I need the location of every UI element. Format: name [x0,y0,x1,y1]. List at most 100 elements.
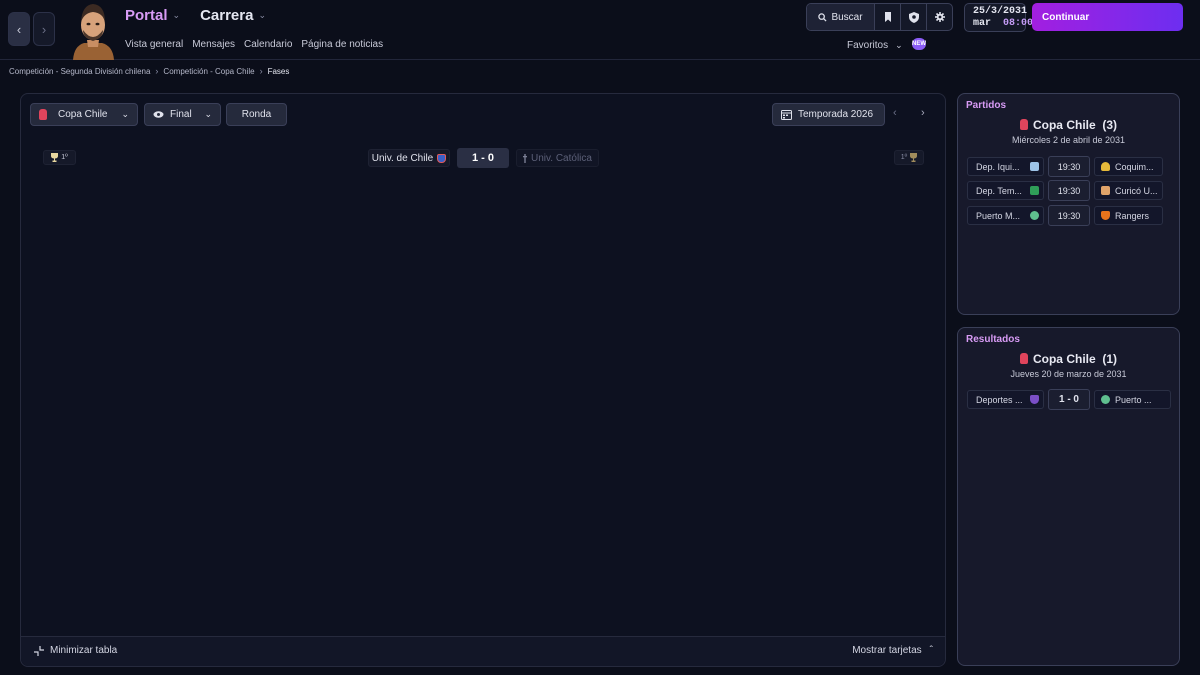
settings-button[interactable] [927,4,952,30]
back-button[interactable]: ‹ [8,12,30,46]
manager-avatar[interactable] [70,0,116,60]
subnav-calendario[interactable]: Calendario [244,39,292,50]
weekday-value: mar [973,18,992,29]
away-team[interactable]: Puerto ... [1094,390,1171,409]
gear-icon [934,12,945,22]
minimize-table-label: Minimizar tabla [50,645,118,656]
minimize-table-button[interactable]: Minimizar tabla [34,645,117,656]
top-bar: ‹ › Portal ⌄ Carrera ⌄ Vista general Men… [0,0,1200,60]
match-count: (3) [1102,118,1117,132]
chevron-right-icon: › [259,66,263,76]
chevron-down-icon: ⌄ [204,109,212,119]
away-team-name: Rangers [1115,210,1150,221]
team-crest-icon [1101,186,1110,195]
menu-carrera[interactable]: Carrera ⌄ [200,7,266,24]
home-team[interactable]: Dep. Iqui... [967,157,1044,176]
team-crest-icon [1030,186,1039,195]
kickoff-time: 19:30 [1048,180,1090,201]
stages-panel: Copa Chile ⌄ Final ⌄ Ronda Temporada 202… [20,93,946,667]
runner-up-marker: 1º [894,150,924,165]
eye-icon [153,111,164,118]
show-cards-label: Mostrar tarjetas [852,645,922,656]
favorites-dropdown[interactable]: Favoritos ⌄ [847,40,903,51]
final-home-team[interactable]: Univ. de Chile [368,149,450,167]
univ-de-chile-crest-icon [437,153,447,163]
home-team[interactable]: Deportes ... [967,390,1044,409]
chevron-down-icon: ⌄ [172,10,181,20]
menu-portal[interactable]: Portal ⌄ [125,7,180,24]
home-team[interactable]: Dep. Tem... [967,181,1044,200]
season-label: Temporada 2026 [798,109,874,120]
bookmark-button[interactable] [875,4,901,30]
search-button[interactable]: Buscar [807,4,875,30]
competition-heading[interactable]: Copa Chile (3) [958,118,1179,132]
team-crest-icon [1101,162,1110,171]
search-icon [818,12,827,22]
toolbar-group: Buscar [806,3,953,31]
result-row[interactable]: Deportes ... 1 - 0 Puerto ... [967,389,1171,410]
game-date: 25/3/2031 mar 08:00 [964,3,1033,32]
stage-dropdown[interactable]: Final ⌄ [144,103,221,126]
runner-up-position: 1º [900,154,908,161]
shield-icon [908,11,919,23]
chevron-down-icon: ⌄ [121,109,129,119]
trophy-icon [51,153,59,162]
forward-button[interactable]: › [33,12,55,46]
minimize-icon [34,645,44,656]
show-cards-button[interactable]: Mostrar tarjetas ˆ [852,645,933,656]
fixture-row[interactable]: Puerto M... 19:30 Rangers [967,205,1171,226]
home-team[interactable]: Puerto M... [967,206,1044,225]
away-team-name: Puerto ... [1115,394,1152,405]
next-season-button[interactable]: › [921,107,925,119]
home-team-name: Puerto M... [976,210,1021,221]
fixture-row[interactable]: Dep. Tem... 19:30 Curicó U... [967,180,1171,201]
matchday-date: Miércoles 2 de abril de 2031 [1011,135,1126,145]
calendar-icon [781,110,792,120]
new-badge[interactable]: NEW [912,38,926,50]
continue-button[interactable]: Continuar [1032,3,1183,31]
away-team[interactable]: Coquim... [1094,157,1163,176]
club-button[interactable] [901,4,927,30]
away-team[interactable]: Rangers [1094,206,1163,225]
previous-season-button[interactable]: ‹ [893,107,897,119]
chevron-up-icon: ˆ [929,645,933,656]
menu-portal-label: Portal [125,7,168,24]
round-button[interactable]: Ronda [226,103,287,126]
search-button-label: Buscar [831,11,863,23]
univ-catolica-crest-icon [523,153,528,163]
competition-dropdown[interactable]: Copa Chile ⌄ [30,103,138,126]
away-team[interactable]: Curicó U... [1094,181,1163,200]
favorites-label: Favoritos [847,40,889,51]
kickoff-time: 19:30 [1048,156,1090,177]
final-score[interactable]: 1 - 0 [457,148,509,168]
kickoff-time: 19:30 [1048,205,1090,226]
breadcrumb-item[interactable]: Competición - Copa Chile [163,67,254,76]
top-menu: Portal ⌄ Carrera ⌄ [125,7,266,24]
competition-heading[interactable]: Copa Chile (1) [958,352,1179,366]
competition-dropdown-label: Copa Chile [58,109,108,120]
subnav-pagina-noticias[interactable]: Página de noticias [301,39,383,50]
final-away-team[interactable]: Univ. Católica [516,149,599,167]
matchday-date: Jueves 20 de marzo de 2031 [1010,369,1127,379]
home-team-name: Deportes ... [976,394,1023,405]
chevron-right-icon: › [155,66,159,76]
team-crest-icon [1101,211,1110,220]
date-value: 25/3/2031 [973,6,1028,17]
competition-name: Copa Chile [1032,118,1096,132]
season-selector[interactable]: Temporada 2026 [772,103,885,126]
subnav-vista-general[interactable]: Vista general [125,39,183,50]
panel-footer: Minimizar tabla Mostrar tarjetas ˆ [21,636,945,666]
breadcrumb-item[interactable]: Competición - Segunda División chilena [9,67,150,76]
result-score[interactable]: 1 - 0 [1048,389,1090,410]
panel-title: Resultados [966,334,1020,345]
time-value: 08:00 [1003,18,1034,29]
results-panel: Resultados Copa Chile (1) Jueves 20 de m… [957,327,1180,666]
panel-title: Partidos [966,100,1007,111]
team-crest-icon [1101,395,1110,404]
winner-marker: 1º [43,150,76,165]
fixture-row[interactable]: Dep. Iqui... 19:30 Coquim... [967,156,1171,177]
subnav-mensajes[interactable]: Mensajes [192,39,235,50]
match-count: (1) [1102,352,1117,366]
trophy-icon [910,153,918,162]
team-crest-icon [1030,395,1039,404]
